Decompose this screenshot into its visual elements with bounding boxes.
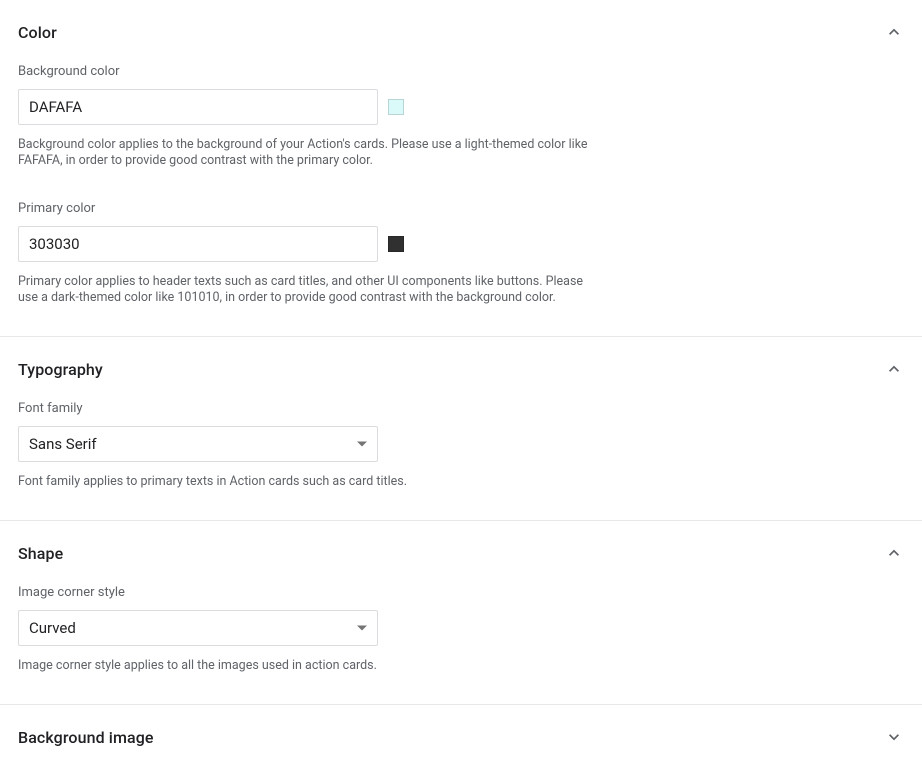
font-family-select[interactable]: Sans Serif xyxy=(18,426,378,462)
section-header-typography[interactable]: Typography xyxy=(18,337,922,379)
background-color-field: Background color Background color applie… xyxy=(18,64,922,169)
background-color-row xyxy=(18,89,922,125)
section-background-image: Background image xyxy=(0,705,922,769)
background-color-help: Background color applies to the backgrou… xyxy=(18,137,590,169)
font-family-value: Sans Serif xyxy=(29,435,367,453)
image-corner-style-field: Image corner style Curved Image corner s… xyxy=(18,585,922,674)
font-family-label: Font family xyxy=(18,401,922,416)
section-header-color[interactable]: Color xyxy=(18,0,922,42)
section-header-shape[interactable]: Shape xyxy=(18,521,922,563)
font-family-help: Font family applies to primary texts in … xyxy=(18,474,590,490)
primary-color-row xyxy=(18,226,922,262)
section-title-color: Color xyxy=(18,23,57,42)
chevron-up-icon xyxy=(884,359,904,379)
primary-color-help: Primary color applies to header texts su… xyxy=(18,274,590,306)
primary-color-swatch[interactable] xyxy=(388,236,404,252)
image-corner-style-help: Image corner style applies to all the im… xyxy=(18,658,590,674)
primary-color-input[interactable] xyxy=(18,226,378,262)
primary-color-field: Primary color Primary color applies to h… xyxy=(18,201,922,306)
chevron-up-icon xyxy=(884,543,904,563)
chevron-down-icon xyxy=(884,727,904,747)
background-color-label: Background color xyxy=(18,64,922,79)
section-color: Color Background color Background color … xyxy=(0,0,922,337)
section-title-typography: Typography xyxy=(18,360,103,379)
section-header-background-image[interactable]: Background image xyxy=(18,705,922,747)
image-corner-style-value: Curved xyxy=(29,619,367,637)
primary-color-label: Primary color xyxy=(18,201,922,216)
image-corner-style-row: Curved xyxy=(18,610,922,646)
section-title-background-image: Background image xyxy=(18,728,154,747)
font-family-row: Sans Serif xyxy=(18,426,922,462)
caret-down-icon xyxy=(357,442,367,447)
section-shape: Shape Image corner style Curved Image co… xyxy=(0,521,922,705)
background-color-input[interactable] xyxy=(18,89,378,125)
section-typography: Typography Font family Sans Serif Font f… xyxy=(0,337,922,521)
background-color-swatch[interactable] xyxy=(388,99,404,115)
caret-down-icon xyxy=(357,626,367,631)
font-family-field: Font family Sans Serif Font family appli… xyxy=(18,401,922,490)
image-corner-style-label: Image corner style xyxy=(18,585,922,600)
image-corner-style-select[interactable]: Curved xyxy=(18,610,378,646)
chevron-up-icon xyxy=(884,22,904,42)
section-title-shape: Shape xyxy=(18,544,63,563)
